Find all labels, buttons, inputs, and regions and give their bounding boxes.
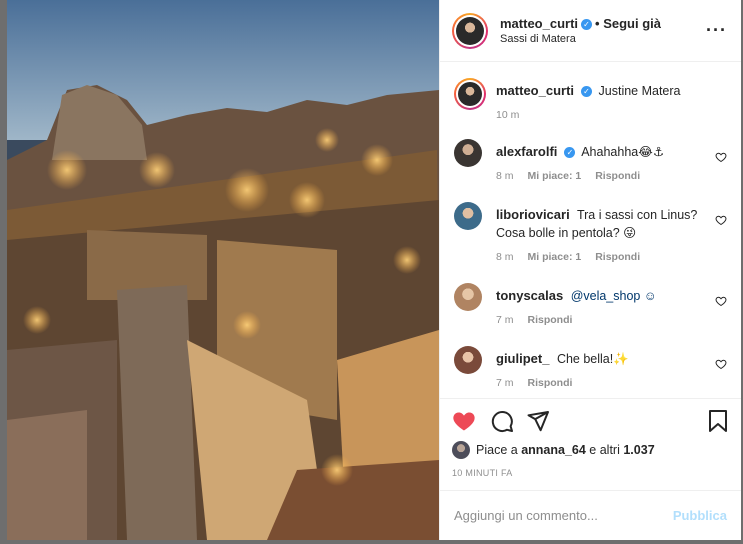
comment-item: tonyscalas @vela_shop ☺ 7 m Rispondi: [454, 283, 727, 326]
comment-avatar[interactable]: [454, 139, 482, 167]
comment-username[interactable]: tonyscalas: [496, 288, 563, 303]
like-comment-heart-icon[interactable]: [715, 295, 727, 307]
post-actions: Piace a annana_64 e altri 1.037 10 MINUT…: [440, 398, 741, 490]
comment-avatar[interactable]: [454, 283, 482, 311]
share-icon[interactable]: [526, 409, 550, 433]
comment-text[interactable]: @vela_shop ☺: [571, 289, 657, 303]
comment-avatar[interactable]: [454, 202, 482, 230]
post-photo[interactable]: [7, 0, 439, 540]
comment-likes[interactable]: Mi piace: 1: [528, 170, 582, 182]
caption-text: Justine Matera: [598, 84, 681, 98]
like-comment-heart-icon[interactable]: [715, 358, 727, 370]
publish-button[interactable]: Pubblica: [673, 508, 727, 523]
comment-time[interactable]: 8 m: [496, 170, 514, 182]
follow-status[interactable]: • Segui già: [595, 16, 661, 31]
post-location[interactable]: Sassi di Matera: [500, 33, 706, 45]
comment-likes[interactable]: Mi piace: 1: [528, 251, 582, 263]
liker-username[interactable]: annana_64: [521, 443, 586, 457]
liked-heart-icon[interactable]: [452, 409, 476, 433]
caption-avatar[interactable]: [454, 78, 486, 110]
author-username[interactable]: matteo_curti: [500, 16, 578, 31]
reply-button[interactable]: Rispondi: [595, 170, 640, 182]
reply-button[interactable]: Rispondi: [528, 314, 573, 326]
post-modal: matteo_curti ✓ • Segui già Sassi di Matera…: [7, 0, 741, 540]
post-header: matteo_curti ✓ • Segui già Sassi di Matera…: [440, 0, 741, 62]
comment-text: Che bella!✨: [556, 352, 629, 366]
add-comment-input[interactable]: [454, 508, 673, 523]
comment-username[interactable]: alexfarolfi: [496, 144, 557, 159]
comment-avatar[interactable]: [454, 346, 482, 374]
verified-badge-icon: ✓: [581, 86, 593, 98]
verified-badge-icon: ✓: [581, 19, 593, 31]
caption: matteo_curti ✓ Justine Matera 10 m: [454, 78, 727, 121]
caption-username[interactable]: matteo_curti: [496, 83, 574, 98]
post-sidebar: matteo_curti ✓ • Segui già Sassi di Matera…: [439, 0, 741, 540]
comment-item: liboriovicari Tra i sassi con Linus? Cos…: [454, 202, 727, 263]
comments-list: matteo_curti ✓ Justine Matera 10 m alexfa…: [440, 62, 741, 398]
add-comment-bar: Pubblica: [440, 490, 741, 540]
comment-text: Ahahahha😂⚓: [581, 145, 665, 159]
post-timestamp[interactable]: 10 MINUTI FA: [452, 468, 729, 478]
caption-time[interactable]: 10 m: [496, 109, 519, 121]
likes-summary[interactable]: Piace a annana_64 e altri 1.037: [452, 441, 729, 459]
comment-username[interactable]: liboriovicari: [496, 207, 570, 222]
comment-time[interactable]: 7 m: [496, 314, 514, 326]
comment-item: giulipet_ Che bella!✨ 7 m Rispondi: [454, 346, 727, 389]
matera-photo-image: [7, 0, 439, 540]
reply-button[interactable]: Rispondi: [528, 377, 573, 389]
comment-time[interactable]: 8 m: [496, 251, 514, 263]
liker-avatar: [452, 441, 470, 459]
verified-badge-icon: ✓: [564, 147, 576, 159]
save-bookmark-icon[interactable]: [707, 409, 729, 433]
like-comment-heart-icon[interactable]: [715, 151, 727, 163]
more-options-icon[interactable]: ···: [706, 20, 727, 41]
comment-time[interactable]: 7 m: [496, 377, 514, 389]
like-comment-heart-icon[interactable]: [715, 214, 727, 226]
likes-count[interactable]: 1.037: [623, 443, 654, 457]
comment-item: alexfarolfi ✓ Ahahahha😂⚓ 8 m Mi piace: 1 Ri…: [454, 139, 727, 182]
comment-icon[interactable]: [490, 409, 514, 433]
reply-button[interactable]: Rispondi: [595, 251, 640, 263]
comment-username[interactable]: giulipet_: [496, 351, 549, 366]
author-avatar[interactable]: [452, 12, 488, 49]
